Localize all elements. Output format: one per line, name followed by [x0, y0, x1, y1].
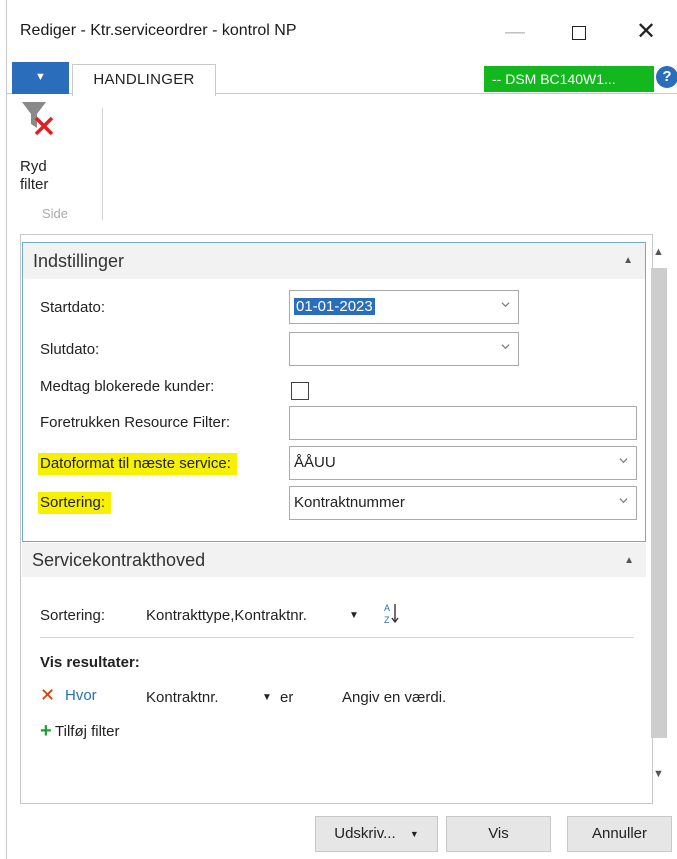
sortering-label-text: Sortering:: [38, 492, 112, 514]
chevron-down-icon: [501, 344, 510, 350]
add-filter-link[interactable]: Tilføj filter: [55, 723, 119, 740]
resource-filter-label: Foretrukken Resource Filter:: [40, 414, 231, 431]
sort-label: Sortering:: [40, 607, 106, 624]
scroll-up-icon[interactable]: ▲: [653, 246, 664, 258]
svg-text:Z: Z: [384, 615, 390, 625]
section-title: Servicekontrakthoved: [32, 550, 206, 570]
vertical-scrollbar[interactable]: ▲ ▼: [649, 240, 669, 796]
collapse-icon[interactable]: ▲: [624, 555, 634, 566]
datoformat-label: Datoformat til næste service:: [38, 453, 237, 475]
chevron-down-icon: [619, 458, 628, 464]
filter-field-dropdown[interactable]: Kontraktnr.: [146, 689, 219, 706]
chevron-down-icon: [619, 498, 628, 504]
datoformat-value: ÅÅUU: [294, 454, 336, 471]
sortering-label: Sortering:: [38, 492, 112, 514]
close-button[interactable]: ✕: [624, 12, 668, 52]
dropdown-arrow-icon: ▼: [409, 829, 419, 840]
server-badge[interactable]: -- DSM BC140W1...: [484, 66, 654, 92]
cancel-button[interactable]: Annuller: [567, 816, 672, 852]
maximize-icon: [572, 25, 586, 40]
ribbon-tab-row: ▼ HANDLINGER -- DSM BC140W1... ?: [6, 62, 677, 96]
remove-filter-icon[interactable]: ✕: [40, 685, 55, 706]
medtag-label: Medtag blokerede kunder:: [40, 378, 215, 395]
title-bar: Rediger - Ktr.serviceordrer - kontrol NP…: [0, 0, 677, 62]
filter-operator: er: [280, 689, 294, 706]
datoformat-label-text: Datoformat til næste service:: [38, 453, 237, 475]
sortering-value: Kontraktnummer: [294, 494, 405, 511]
help-icon[interactable]: ?: [656, 66, 677, 88]
slutdato-label: Slutdato:: [40, 341, 100, 358]
where-link[interactable]: Hvor: [65, 687, 97, 704]
clear-filter-icon: [20, 100, 56, 136]
startdato-value: 01-01-2023: [294, 298, 375, 315]
preview-button[interactable]: Vis: [446, 816, 551, 852]
ribbon-group-label: Side: [42, 206, 69, 221]
print-button-label: Udskriv...: [334, 825, 396, 842]
scroll-down-icon[interactable]: ▼: [653, 768, 664, 780]
tab-handlinger[interactable]: HANDLINGER: [72, 64, 216, 96]
resource-filter-field[interactable]: [289, 406, 637, 440]
section-title: Indstillinger: [33, 251, 125, 271]
startdato-field[interactable]: 01-01-2023: [289, 290, 519, 324]
servicekontrakthoved-header[interactable]: Servicekontrakthoved ▲: [22, 543, 646, 577]
chevron-down-icon: ▼: [35, 71, 46, 83]
datoformat-field[interactable]: ÅÅUU: [289, 446, 637, 480]
sort-value-dropdown[interactable]: Kontrakttype,Kontraktnr.: [146, 607, 307, 624]
chevron-down-icon: [501, 302, 510, 308]
minimize-button[interactable]: —: [493, 12, 537, 52]
scrollbar-thumb[interactable]: [651, 268, 667, 738]
indstillinger-header[interactable]: Indstillinger ▲: [23, 243, 645, 279]
dropdown-arrow-icon[interactable]: ▼: [262, 692, 272, 703]
print-button[interactable]: Udskriv... ▼: [315, 816, 438, 852]
medtag-checkbox[interactable]: [291, 382, 309, 400]
sortering-field[interactable]: Kontraktnummer: [289, 486, 637, 520]
maximize-button[interactable]: [557, 12, 601, 52]
ribbon-separator: [102, 108, 103, 220]
clear-filter-label: Ryd filter: [20, 158, 49, 193]
sort-ascending-icon[interactable]: A Z: [382, 600, 400, 628]
startdato-label: Startdato:: [40, 299, 106, 316]
divider: [40, 637, 634, 638]
slutdato-field[interactable]: [289, 332, 519, 366]
add-filter-icon[interactable]: +: [40, 720, 52, 743]
dropdown-arrow-icon[interactable]: ▼: [349, 610, 359, 621]
results-heading: Vis resultater:: [40, 654, 140, 671]
filter-value-input[interactable]: Angiv en værdi.: [342, 689, 446, 706]
collapse-icon[interactable]: ▲: [623, 255, 633, 266]
ribbon-body: Ryd filter Side: [6, 94, 677, 229]
window-title: Rediger - Ktr.serviceordrer - kontrol NP: [20, 22, 297, 39]
app-menu-button[interactable]: ▼: [12, 62, 69, 94]
svg-text:A: A: [384, 603, 390, 613]
